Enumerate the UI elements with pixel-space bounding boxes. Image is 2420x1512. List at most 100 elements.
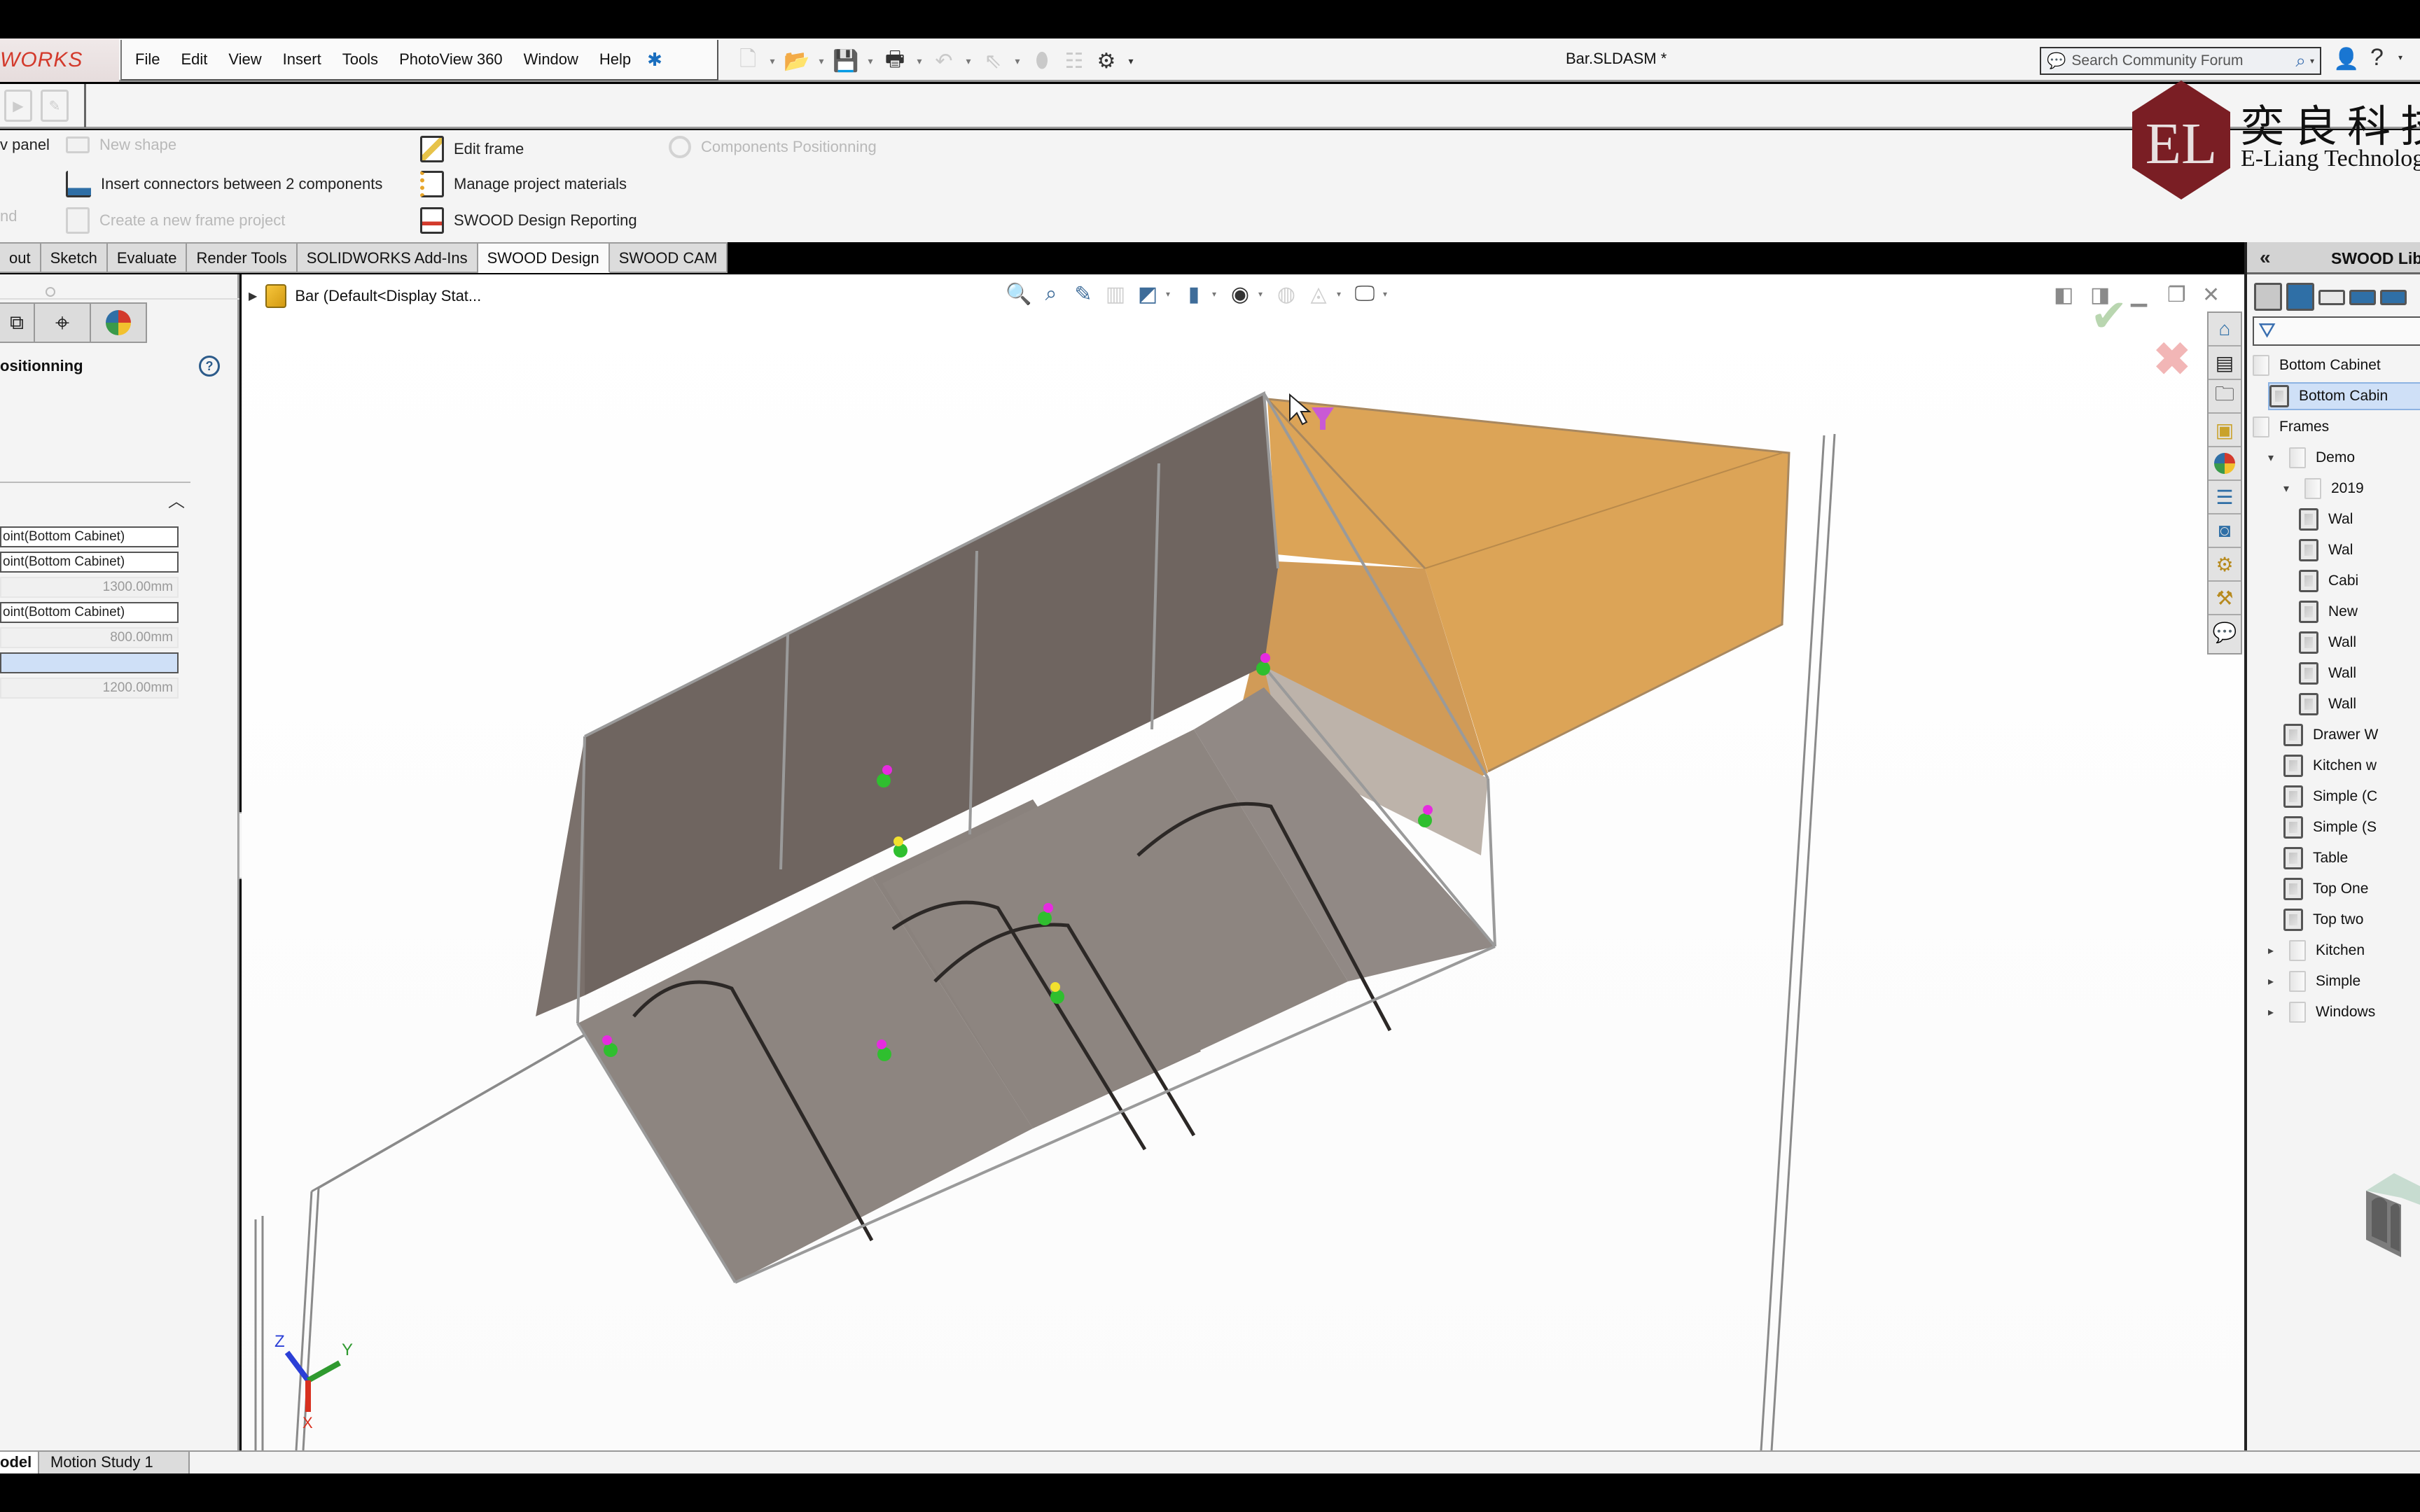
insert-connectors-button[interactable]: Insert connectors between 2 components [66,171,382,197]
edit-video-icon[interactable]: ✎ [41,90,69,122]
open-dropdown-icon[interactable]: ▾ [815,55,828,67]
help-dropdown-icon[interactable]: ▾ [2398,52,2402,62]
minimize-icon[interactable]: ▁ [2131,283,2147,307]
tab-layout[interactable]: out [0,242,41,273]
menu-edit[interactable]: Edit [170,50,218,69]
filter-funnel-icon[interactable]: ⛛ [2258,319,2276,343]
expand-caret-icon[interactable]: ▶ [249,289,257,303]
library-item[interactable]: Top One [2283,875,2368,903]
collapse-group-icon[interactable]: ︿ [168,487,185,512]
tab-solidworks-addins[interactable]: SOLIDWORKS Add-Ins [297,242,478,273]
library-item[interactable]: Top two [2283,906,2363,934]
view-palette-icon[interactable]: ▣ [2209,414,2241,447]
partial-panel-command[interactable]: v panel [0,136,50,154]
undo-dropdown-icon[interactable]: ▾ [962,55,975,67]
distance-field-3[interactable]: 1200.00mm [0,678,179,699]
section-view-icon[interactable]: ▥ [1101,280,1129,308]
previous-view-icon[interactable]: ✎ [1069,280,1097,308]
active-selection-field[interactable] [0,652,179,673]
frame-view-icon[interactable] [2254,283,2282,311]
components-positioning-button[interactable]: Components Positionning [669,136,877,158]
library-folder[interactable]: ▸ Kitchen [2268,937,2365,965]
library-item[interactable]: Wal [2299,536,2353,564]
file-explorer-icon[interactable]: 🗀 [2209,380,2241,414]
frame-filled-icon[interactable] [2286,283,2314,311]
view-orientation-icon[interactable]: ◩ [1134,280,1162,308]
library-item[interactable]: Bottom Cabin [2268,382,2420,410]
display-style-dropdown-icon[interactable]: ▾ [1212,289,1222,299]
library-item[interactable]: Simple (S [2283,813,2377,841]
menu-insert[interactable]: Insert [272,50,332,69]
swood-design-reporting-button[interactable]: SWOOD Design Reporting [420,207,637,234]
new-document-icon[interactable]: 🗋 [734,47,762,75]
tab-swood-cam[interactable]: SWOOD CAM [609,242,728,273]
zoom-to-area-icon[interactable]: ⌕ [1037,280,1065,308]
open-document-icon[interactable]: 📂 [783,47,811,75]
print-icon[interactable]: 🖶 [881,47,909,75]
library-folder[interactable]: ▸ Windows [2268,998,2375,1026]
reference-point-field-1[interactable]: oint(Bottom Cabinet) [0,526,179,547]
hide-show-dropdown-icon[interactable]: ▾ [1258,289,1268,299]
panel-alt-icon[interactable] [2380,290,2407,305]
panel-filled-icon[interactable] [2349,290,2376,305]
custom-properties-icon[interactable]: ☰ [2209,481,2241,514]
swood-settings-icon[interactable]: ⚙ [2209,548,2241,582]
collapse-panel-button[interactable]: « [2260,246,2271,269]
tile-left-icon[interactable]: ◧ [2054,283,2073,307]
tab-evaluate[interactable]: Evaluate [107,242,188,273]
menu-file[interactable]: File [125,50,170,69]
reference-point-field-2[interactable]: oint(Bottom Cabinet) [0,552,179,573]
library-item[interactable]: Kitchen w [2283,752,2377,780]
appearances-icon[interactable] [2209,447,2241,481]
display-style-icon[interactable]: ▮ [1180,280,1208,308]
hide-show-items-icon[interactable]: ◉ [1226,280,1254,308]
menu-photoview[interactable]: PhotoView 360 [389,50,513,69]
tab-motion-study[interactable]: Motion Study 1 [39,1452,190,1474]
select-dropdown-icon[interactable]: ▾ [1011,55,1024,67]
edit-appearance-icon[interactable]: ◍ [1272,280,1300,308]
library-item[interactable]: Wall [2299,659,2356,687]
new-shape-button[interactable]: New shape [66,136,176,154]
library-folder[interactable]: Bottom Cabinet [2253,351,2381,379]
view-settings-dropdown-icon[interactable]: ▾ [1383,289,1393,299]
library-item[interactable]: Wall [2299,629,2356,657]
library-folder[interactable]: Frames [2253,413,2329,441]
help-icon[interactable]: ? [2370,44,2384,71]
expanded-caret-icon[interactable]: ▾ [2268,451,2279,465]
close-window-icon[interactable]: ✕ [2202,283,2220,307]
search-dropdown-icon[interactable]: ▾ [2310,56,2314,66]
swood-tools-icon[interactable]: ⚒ [2209,582,2241,615]
options-dropdown-icon[interactable]: ▾ [1125,55,1137,67]
rebuild-icon[interactable]: ⬮ [1028,47,1056,75]
design-library-icon[interactable]: ▤ [2209,346,2241,380]
solidworks-logo[interactable]: WORKS [0,38,119,82]
feature-tree-root[interactable]: ▶ Bar (Default<Display Stat... [249,284,481,308]
collapsed-caret-icon[interactable]: ▸ [2268,944,2279,958]
menu-tools[interactable]: Tools [332,50,389,69]
tab-sketch[interactable]: Sketch [41,242,108,273]
menu-view[interactable]: View [218,50,272,69]
dimxpert-tab[interactable]: ⌖ [35,302,91,343]
tab-swood-design[interactable]: SWOOD Design [478,242,610,273]
collapsed-caret-icon[interactable]: ▸ [2268,974,2279,988]
edit-frame-button[interactable]: Edit frame [420,136,524,162]
forum-icon[interactable]: 💬 [2209,615,2241,649]
partial-command-2[interactable]: nd [0,207,17,225]
tab-model[interactable]: odel [0,1452,39,1474]
search-community-forum[interactable]: 💬 Search Community Forum ⌕ ▾ [2040,47,2321,75]
library-folder[interactable]: ▸ Simple [2268,967,2360,995]
swood-library-icon[interactable]: ◙ [2209,514,2241,548]
tab-render-tools[interactable]: Render Tools [187,242,298,273]
configuration-manager-tab[interactable]: ⧉ [0,302,35,343]
video-file-icon[interactable]: ▶ [4,90,32,122]
view-settings-icon[interactable]: 🖵 [1351,280,1379,308]
home-icon[interactable]: ⌂ [2209,313,2241,346]
panel-drag-handle[interactable] [46,287,55,297]
confirm-checkmark-icon[interactable]: ✔ [2090,290,2128,342]
library-item[interactable]: Table [2283,844,2348,872]
library-item[interactable]: Drawer W [2283,721,2378,749]
undo-icon[interactable]: ↶ [930,47,958,75]
expanded-caret-icon[interactable]: ▾ [2283,482,2295,496]
search-input[interactable]: Search Community Forum [2071,52,2243,69]
file-properties-icon[interactable]: ☷ [1060,47,1088,75]
